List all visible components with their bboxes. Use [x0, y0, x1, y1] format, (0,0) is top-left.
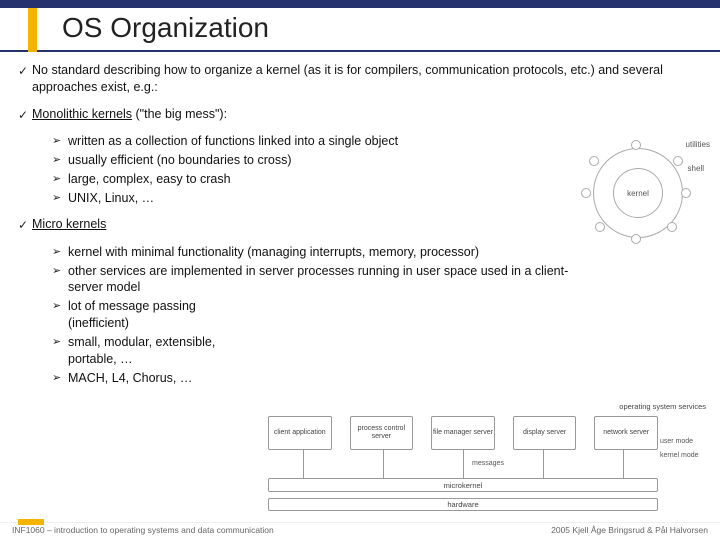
arrow-icon: ➢ [52, 298, 68, 332]
slide-title: OS Organization [62, 12, 720, 44]
hardware-bar: hardware [268, 498, 658, 511]
bullet-3-sublist: ➢kernel with minimal functionality (mana… [52, 244, 572, 387]
arrow-icon: ➢ [52, 171, 68, 188]
connector-line [383, 450, 384, 478]
sub-item: ➢large, complex, easy to crash [52, 171, 472, 188]
client-app-box: client application [268, 416, 332, 450]
sub-text: kernel with minimal functionality (manag… [68, 244, 572, 261]
utilities-label: utilities [686, 140, 710, 149]
sub-text: lot of message passing (inefficient) [68, 298, 242, 332]
sub-item: ➢kernel with minimal functionality (mana… [52, 244, 572, 261]
utility-dot [581, 188, 591, 198]
footer-accent [18, 519, 44, 525]
utility-dot [631, 140, 641, 150]
check-icon: ✓ [18, 106, 32, 123]
bullet-2: ✓ Monolithic kernels ("the big mess"): [18, 106, 702, 123]
sub-item: ➢small, modular, extensible, portable, … [52, 334, 242, 368]
bullet-1: ✓ No standard describing how to organize… [18, 62, 702, 96]
arrow-icon: ➢ [52, 244, 68, 261]
top-accent-bar [0, 0, 720, 8]
user-mode-label: user mode [660, 438, 708, 445]
sub-item: ➢MACH, L4, Chorus, … [52, 370, 242, 387]
sub-item: ➢usually efficient (no boundaries to cro… [52, 152, 472, 169]
sub-text: UNIX, Linux, … [68, 190, 472, 207]
connector-line [623, 450, 624, 478]
arrow-icon: ➢ [52, 133, 68, 150]
bullet-2-sublist: ➢written as a collection of functions li… [52, 133, 472, 207]
utility-dot [667, 222, 677, 232]
check-icon: ✓ [18, 62, 32, 96]
microkernel-diagram: operating system services client applica… [268, 404, 708, 516]
bullet-2-underlined: Monolithic kernels [32, 107, 132, 121]
slide-footer: INF1060 – introduction to operating syst… [0, 522, 720, 540]
server-boxes-row: client application process control serve… [268, 416, 658, 450]
file-server-box: file manager server [431, 416, 495, 450]
footer-left: INF1060 – introduction to operating syst… [12, 525, 274, 540]
connector-line [463, 450, 464, 478]
utility-dot [595, 222, 605, 232]
process-server-box: process control server [350, 416, 414, 450]
os-services-label: operating system services [619, 402, 706, 411]
kernel-label: kernel [627, 189, 649, 198]
title-wrap: OS Organization [0, 8, 720, 52]
sub-text: small, modular, extensible, portable, … [68, 334, 242, 368]
messages-label: messages [472, 460, 504, 467]
sub-text: MACH, L4, Chorus, … [68, 370, 242, 387]
kernel-ring-diagram: utilities shell kernel [573, 140, 708, 248]
connector-line [543, 450, 544, 478]
footer-right: 2005 Kjell Åge Bringsrud & Pål Halvorsen [551, 525, 708, 540]
bullet-1-text: No standard describing how to organize a… [32, 62, 702, 96]
network-server-box: network server [594, 416, 658, 450]
ring-inner: kernel [613, 168, 663, 218]
arrow-icon: ➢ [52, 190, 68, 207]
utility-dot [681, 188, 691, 198]
microkernel-bar: microkernel [268, 478, 658, 492]
shell-label: shell [688, 164, 704, 173]
check-icon: ✓ [18, 216, 32, 233]
sub-item: ➢other services are implemented in serve… [52, 263, 572, 297]
arrow-icon: ➢ [52, 152, 68, 169]
bullet-2-suffix: ("the big mess"): [132, 107, 227, 121]
kernel-mode-label: kernel mode [660, 452, 708, 459]
sub-text: usually efficient (no boundaries to cros… [68, 152, 472, 169]
arrow-icon: ➢ [52, 263, 68, 297]
sub-text: large, complex, easy to crash [68, 171, 472, 188]
arrow-icon: ➢ [52, 334, 68, 368]
sub-item: ➢lot of message passing (inefficient) [52, 298, 242, 332]
display-server-box: display server [513, 416, 577, 450]
sub-text: written as a collection of functions lin… [68, 133, 472, 150]
arrow-icon: ➢ [52, 370, 68, 387]
utility-dot [631, 234, 641, 244]
sub-text: other services are implemented in server… [68, 263, 572, 297]
utility-dot [673, 156, 683, 166]
title-accent-square [28, 8, 37, 52]
connector-line [303, 450, 304, 478]
sub-item: ➢written as a collection of functions li… [52, 133, 472, 150]
sub-item: ➢UNIX, Linux, … [52, 190, 472, 207]
utility-dot [589, 156, 599, 166]
bullet-2-text: Monolithic kernels ("the big mess"): [32, 106, 702, 123]
